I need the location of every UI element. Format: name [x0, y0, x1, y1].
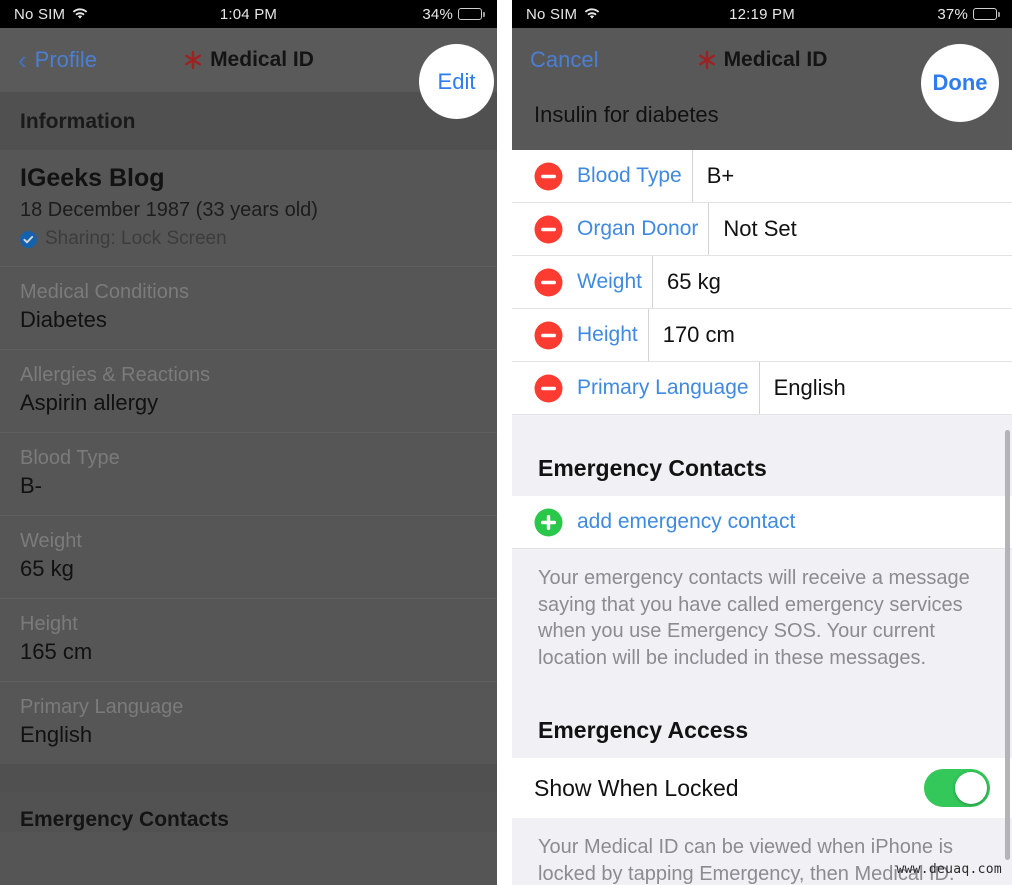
- edit-row-label: Primary Language: [577, 376, 749, 399]
- profile-group: IGeeks Blog 18 December 1987 (33 years o…: [0, 150, 497, 764]
- edit-row[interactable]: Blood Type B+: [512, 150, 1012, 203]
- field-row[interactable]: Allergies & Reactions Aspirin allergy: [0, 350, 497, 433]
- add-emergency-contact-button[interactable]: add emergency contact: [512, 496, 1012, 549]
- medication-note-text: Insulin for diabetes: [534, 102, 719, 127]
- edit-row-value[interactable]: B+: [693, 163, 735, 189]
- field-label: Primary Language: [20, 696, 184, 718]
- edit-button[interactable]: Edit: [419, 44, 494, 119]
- field-row[interactable]: Primary Language English: [0, 682, 497, 764]
- edit-row-value[interactable]: 170 cm: [649, 322, 735, 348]
- edit-row-value[interactable]: Not Set: [709, 216, 796, 242]
- section-gap: [0, 764, 497, 792]
- edit-row[interactable]: Primary Language English: [512, 362, 1012, 415]
- left-status-right: 34%: [422, 6, 485, 23]
- field-label: Allergies & Reactions: [20, 364, 211, 386]
- cancel-button[interactable]: Cancel: [530, 47, 598, 73]
- profile-summary-row[interactable]: IGeeks Blog 18 December 1987 (33 years o…: [0, 150, 497, 267]
- battery-icon: [973, 8, 1000, 20]
- plus-circle-icon[interactable]: [534, 508, 563, 537]
- field-value: 165 cm: [20, 639, 93, 664]
- field-row[interactable]: Blood Type B-: [0, 433, 497, 516]
- edit-row[interactable]: Weight 65 kg: [512, 256, 1012, 309]
- left-status-bar: No SIM 1:04 PM 34%: [0, 0, 497, 28]
- battery-icon: [458, 8, 485, 20]
- done-button-label: Done: [932, 70, 988, 95]
- field-row[interactable]: Medical Conditions Diabetes: [0, 267, 497, 350]
- information-section-header: Information: [0, 92, 497, 150]
- back-button[interactable]: ‹ Profile: [18, 47, 97, 73]
- medical-asterisk-icon: [697, 49, 717, 71]
- check-circle-icon: [20, 230, 37, 248]
- site-watermark: www.deuaq.com: [896, 862, 1002, 877]
- field-row[interactable]: Weight 65 kg: [0, 516, 497, 599]
- medical-asterisk-icon: [183, 49, 203, 71]
- field-value: Diabetes: [20, 307, 107, 332]
- field-label: Blood Type: [20, 447, 120, 469]
- left-content: Information IGeeks Blog 18 December 1987…: [0, 92, 497, 885]
- edit-row-value[interactable]: English: [760, 375, 846, 401]
- battery-percent-label: 37%: [937, 5, 968, 23]
- battery-percent-label: 34%: [422, 5, 453, 23]
- emergency-contacts-footer-block: Your emergency contacts will receive a m…: [512, 549, 1012, 759]
- right-phone-panel: No SIM 12:19 PM 37% Cancel Medical ID In…: [512, 0, 1012, 885]
- edit-row-label: Height: [577, 323, 638, 346]
- edit-row-label: Weight: [577, 270, 642, 293]
- cancel-button-label: Cancel: [530, 47, 599, 72]
- left-page-title-text: Medical ID: [210, 48, 314, 71]
- profile-birthdate: 18 December 1987 (33 years old): [20, 199, 318, 221]
- field-value: 65 kg: [20, 556, 74, 581]
- emergency-contacts-section-header-block: Emergency Contacts: [512, 415, 1012, 496]
- right-status-bar: No SIM 12:19 PM 37%: [512, 0, 1012, 28]
- edit-row-value[interactable]: 65 kg: [653, 269, 721, 295]
- right-status-right: 37%: [937, 6, 1000, 23]
- minus-circle-icon[interactable]: [534, 321, 563, 350]
- edit-row[interactable]: Organ Donor Not Set: [512, 203, 1012, 256]
- back-button-label: Profile: [34, 47, 98, 72]
- emergency-contacts-footer-text: Your emergency contacts will receive a m…: [538, 567, 970, 669]
- field-label: Medical Conditions: [20, 281, 189, 303]
- right-page-title-text: Medical ID: [723, 48, 828, 71]
- sharing-status: Sharing: Lock Screen: [20, 228, 477, 250]
- emergency-contacts-header: Emergency Contacts: [0, 792, 497, 832]
- screenshot-stage: No SIM 1:04 PM 34% ‹ Profile Medical ID …: [0, 0, 1012, 885]
- chevron-left-icon: ‹: [18, 45, 27, 75]
- profile-name: IGeeks Blog: [20, 164, 165, 192]
- minus-circle-icon[interactable]: [534, 162, 563, 191]
- show-when-locked-row[interactable]: Show When Locked: [512, 758, 1012, 819]
- edit-row[interactable]: Height 170 cm: [512, 309, 1012, 362]
- add-emergency-contact-label: add emergency contact: [577, 510, 796, 533]
- field-row[interactable]: Height 165 cm: [0, 599, 497, 682]
- minus-circle-icon[interactable]: [534, 268, 563, 297]
- edit-button-label: Edit: [437, 68, 476, 94]
- emergency-access-header: Emergency Access: [538, 717, 749, 744]
- left-phone-panel: No SIM 1:04 PM 34% ‹ Profile Medical ID …: [0, 0, 497, 885]
- field-value: English: [20, 722, 93, 747]
- sharing-status-label: Sharing: Lock Screen: [45, 228, 227, 249]
- emergency-contacts-header: Emergency Contacts: [538, 455, 767, 481]
- edit-row-label: Organ Donor: [577, 217, 699, 240]
- field-label: Weight: [20, 530, 82, 552]
- edit-row-label: Blood Type: [577, 164, 682, 187]
- edit-fields-list: Blood Type B+ Organ Donor Not Set Weight…: [512, 150, 1012, 415]
- show-when-locked-label: Show When Locked: [534, 774, 739, 801]
- minus-circle-icon[interactable]: [534, 374, 563, 403]
- minus-circle-icon[interactable]: [534, 215, 563, 244]
- vertical-scrollbar[interactable]: [1005, 430, 1010, 860]
- show-when-locked-toggle[interactable]: [924, 769, 990, 808]
- field-value: Aspirin allergy: [20, 390, 159, 415]
- done-button[interactable]: Done: [921, 44, 999, 122]
- field-value: B-: [20, 473, 42, 498]
- field-label: Height: [20, 613, 78, 635]
